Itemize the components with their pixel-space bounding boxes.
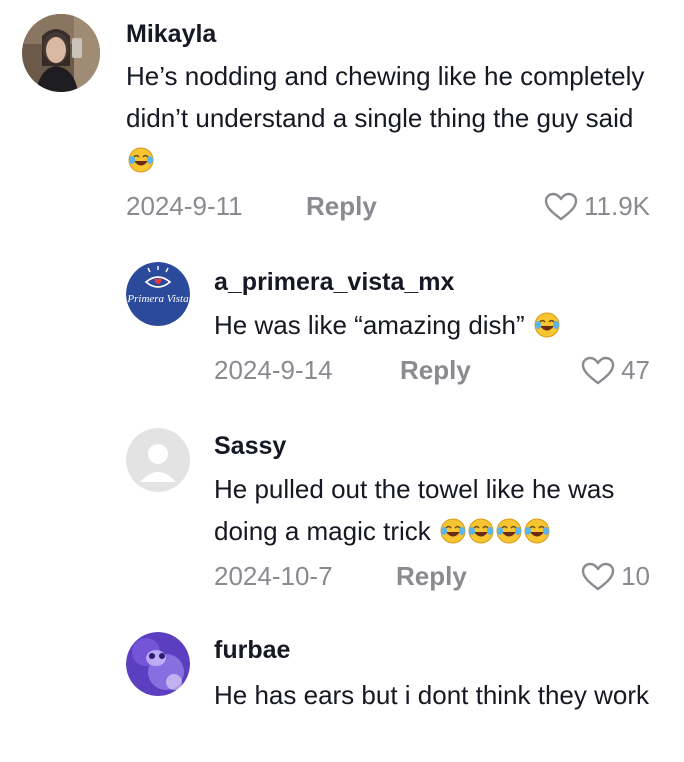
reply-button[interactable]: Reply — [306, 191, 377, 222]
reply-button[interactable]: Reply — [400, 355, 471, 386]
laughing-emoji-icon — [438, 516, 550, 546]
comment-username[interactable]: furbae — [214, 636, 290, 665]
laughing-emoji-icon — [126, 145, 154, 175]
comment-text: He’s nodding and chewing like he complet… — [126, 55, 646, 181]
comment-item: Primera Vista a_primera_vista_mx He was … — [0, 240, 684, 410]
comment-item: furbae He has ears but i dont think they… — [0, 620, 684, 762]
comment-text-body: He was like “amazing dish” — [214, 310, 525, 340]
avatar[interactable] — [22, 14, 100, 92]
comment-item: Mikayla He’s nodding and chewing like he… — [0, 0, 684, 240]
avatar[interactable]: Primera Vista — [126, 262, 190, 326]
comment-username[interactable]: Mikayla — [126, 20, 216, 49]
comment-item: Sassy He pulled out the towel like he wa… — [0, 410, 684, 620]
comment-date: 2024-10-7 — [214, 561, 333, 591]
comment-username[interactable]: a_primera_vista_mx — [214, 268, 454, 297]
comment-username[interactable]: Sassy — [214, 432, 286, 461]
heart-outline-icon — [581, 562, 615, 590]
avatar[interactable] — [126, 632, 190, 696]
like-button[interactable]: 11.9K — [544, 191, 650, 222]
like-count: 10 — [621, 561, 650, 591]
heart-outline-icon — [544, 192, 578, 220]
avatar-logo-text: Primera Vista — [126, 293, 189, 305]
comment-text: He has ears but i dont think they work — [214, 680, 650, 710]
avatar[interactable] — [126, 428, 190, 492]
like-button[interactable]: 47 — [581, 355, 650, 386]
laughing-emoji-icon — [532, 310, 560, 340]
like-count: 11.9K — [583, 191, 650, 221]
comment-text-body: He pulled out the towel like he was doin… — [214, 474, 615, 546]
comment-text: He was like “amazing dish” — [214, 304, 654, 346]
comment-date: 2024-9-11 — [126, 191, 243, 221]
heart-outline-icon — [581, 356, 615, 384]
comment-text: He pulled out the towel like he was doin… — [214, 468, 654, 552]
reply-button[interactable]: Reply — [396, 561, 467, 592]
like-button[interactable]: 10 — [581, 561, 650, 592]
comment-date: 2024-9-14 — [214, 355, 333, 385]
comment-text-body: He’s nodding and chewing like he complet… — [126, 61, 645, 133]
like-count: 47 — [621, 355, 650, 385]
